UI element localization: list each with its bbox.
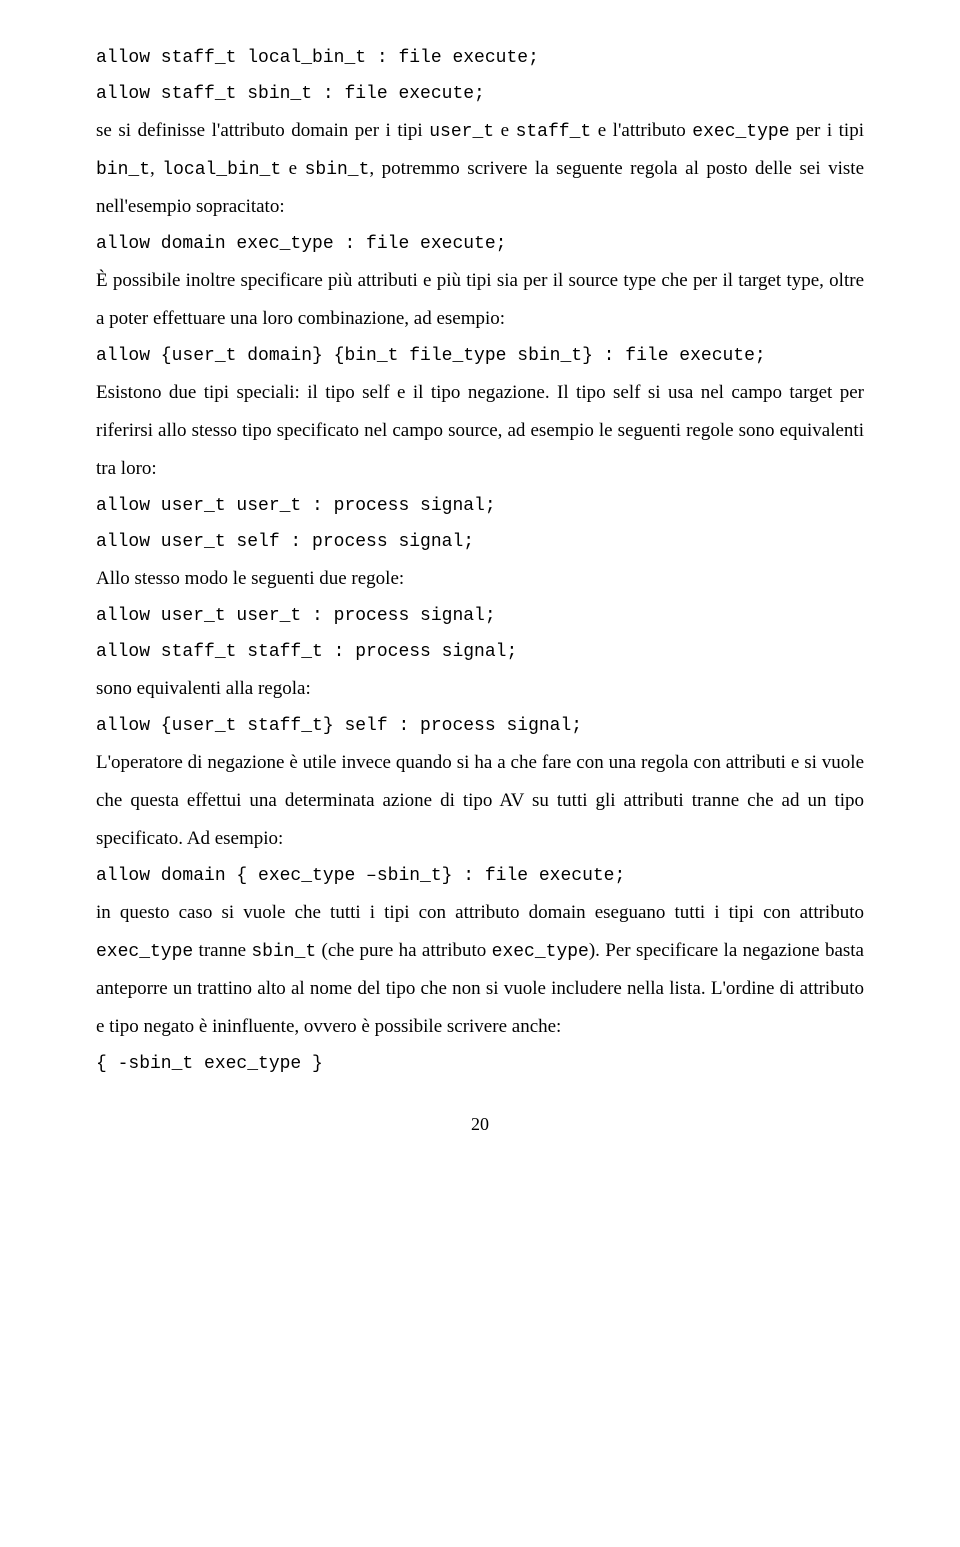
- text: per i tipi: [790, 120, 864, 141]
- paragraph: se si definisse l'attributo domain per i…: [96, 112, 864, 226]
- inline-code: exec_type: [692, 122, 789, 142]
- inline-code: local_bin_t: [162, 160, 281, 180]
- code-line: allow domain exec_type : file execute;: [96, 226, 864, 262]
- inline-code: user_t: [429, 122, 494, 142]
- text: e l'attributo: [591, 120, 692, 141]
- text: tranne: [193, 940, 251, 961]
- inline-code: sbin_t: [251, 942, 316, 962]
- paragraph: Allo stesso modo le seguenti due regole:: [96, 560, 864, 598]
- code-line: allow domain { exec_type –sbin_t} : file…: [96, 858, 864, 894]
- inline-code: exec_type: [492, 942, 589, 962]
- paragraph: È possibile inoltre specificare più attr…: [96, 262, 864, 338]
- document-page: allow staff_t local_bin_t : file execute…: [0, 0, 960, 1547]
- code-line: { -sbin_t exec_type }: [96, 1046, 864, 1082]
- inline-code: exec_type: [96, 942, 193, 962]
- code-line: allow staff_t sbin_t : file execute;: [96, 76, 864, 112]
- text: se si definisse l'attributo domain per i…: [96, 120, 429, 141]
- text: e: [281, 158, 304, 179]
- code-line: allow user_t user_t : process signal;: [96, 488, 864, 524]
- inline-code: bin_t: [96, 160, 150, 180]
- text: in questo caso si vuole che tutti i tipi…: [96, 902, 864, 923]
- code-line: allow {user_t domain} {bin_t file_type s…: [96, 338, 864, 374]
- code-line: allow staff_t local_bin_t : file execute…: [96, 40, 864, 76]
- code-line: allow user_t user_t : process signal;: [96, 598, 864, 634]
- paragraph: sono equivalenti alla regola:: [96, 670, 864, 708]
- text: ,: [150, 158, 162, 179]
- text: (che pure ha attributo: [316, 940, 491, 961]
- paragraph: in questo caso si vuole che tutti i tipi…: [96, 894, 864, 1046]
- inline-code: sbin_t: [305, 160, 370, 180]
- text: e: [494, 120, 516, 141]
- inline-code: staff_t: [516, 122, 592, 142]
- code-line: allow user_t self : process signal;: [96, 524, 864, 560]
- paragraph: L'operatore di negazione è utile invece …: [96, 744, 864, 858]
- page-number: 20: [96, 1106, 864, 1142]
- code-line: allow staff_t staff_t : process signal;: [96, 634, 864, 670]
- code-line: allow {user_t staff_t} self : process si…: [96, 708, 864, 744]
- paragraph: Esistono due tipi speciali: il tipo self…: [96, 374, 864, 488]
